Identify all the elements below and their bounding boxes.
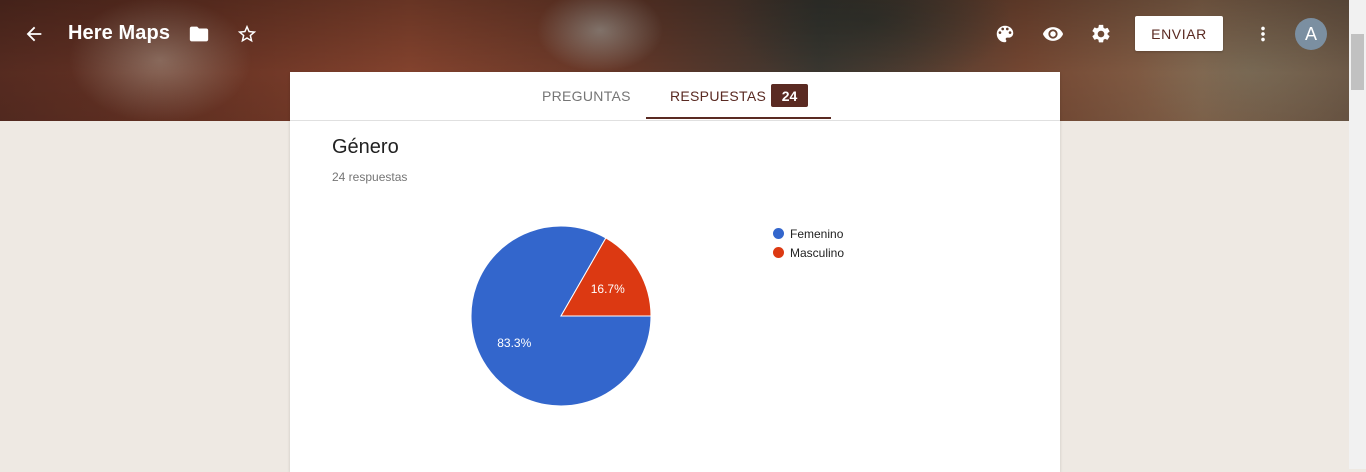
form-title[interactable]: Here Maps <box>68 22 170 45</box>
eye-icon[interactable] <box>1037 18 1069 50</box>
star-icon[interactable] <box>231 18 263 50</box>
scrollbar-thumb[interactable] <box>1351 34 1364 90</box>
legend-item-femenino: Femenino <box>773 224 844 243</box>
palette-icon[interactable] <box>989 18 1021 50</box>
chart-legend: Femenino Masculino <box>773 224 844 262</box>
tab-preguntas[interactable]: PREGUNTAS <box>542 72 631 120</box>
legend-swatch <box>773 247 784 258</box>
responses-card: PREGUNTAS RESPUESTAS 24 Género 24 respue… <box>290 72 1060 472</box>
active-tab-indicator <box>646 117 831 119</box>
question-title: Género <box>332 136 399 158</box>
send-button[interactable]: ENVIAR <box>1135 16 1223 51</box>
legend-swatch <box>773 228 784 239</box>
gear-icon[interactable] <box>1085 18 1117 50</box>
tab-respuestas[interactable]: RESPUESTAS <box>670 72 766 120</box>
back-arrow-icon[interactable] <box>18 18 50 50</box>
more-vert-icon[interactable] <box>1247 18 1279 50</box>
question-response-count: 24 respuestas <box>332 170 408 184</box>
pie-chart: 83.3% 16.7% <box>470 225 652 407</box>
avatar[interactable]: A <box>1295 18 1327 50</box>
tab-bar: PREGUNTAS RESPUESTAS 24 <box>290 72 1060 121</box>
folder-icon[interactable] <box>183 18 215 50</box>
pie-label-masculino: 16.7% <box>591 282 625 296</box>
legend-item-masculino: Masculino <box>773 243 844 262</box>
legend-label: Masculino <box>790 245 845 260</box>
pie-label-femenino: 83.3% <box>497 336 531 350</box>
legend-label: Femenino <box>790 226 844 241</box>
responses-count-badge: 24 <box>771 84 808 107</box>
